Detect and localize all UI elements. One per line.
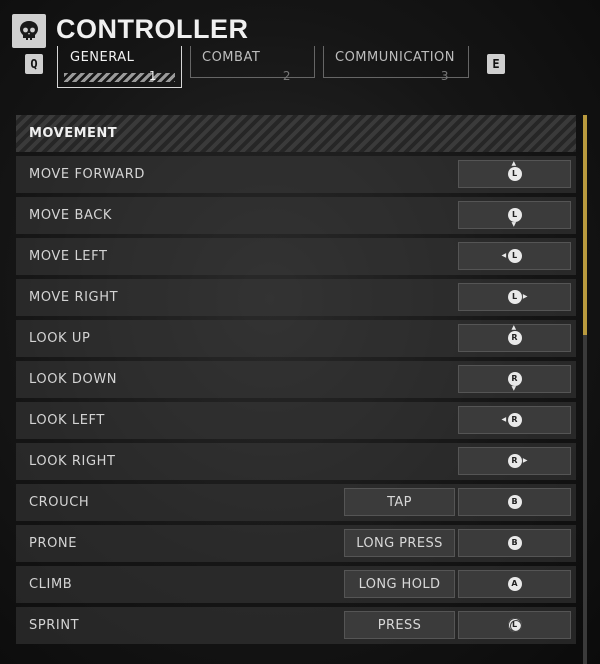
controller-l-icon: L bbox=[507, 618, 522, 632]
direction-right-icon: ▶ bbox=[522, 293, 528, 300]
controller-a-icon: A bbox=[507, 577, 522, 591]
direction-up-icon: ▲ bbox=[511, 160, 517, 167]
binding-label: CROUCH bbox=[29, 495, 90, 510]
direction-down-icon: ▼ bbox=[511, 221, 517, 228]
tab-divider bbox=[190, 46, 191, 78]
binding-button[interactable]: L bbox=[458, 611, 571, 639]
binding-label: SPRINT bbox=[29, 618, 80, 633]
binding-label: LOOK RIGHT bbox=[29, 454, 116, 469]
press-mode-selector[interactable]: LONG PRESS bbox=[344, 529, 455, 557]
binding-row[interactable]: PRONE LONG PRESS B bbox=[16, 525, 576, 562]
binding-label: MOVE BACK bbox=[29, 208, 113, 223]
binding-label: MOVE LEFT bbox=[29, 249, 108, 264]
controller-l-icon: L ▼ bbox=[507, 208, 522, 228]
controller-glyph-letter: A bbox=[511, 579, 518, 588]
binding-row[interactable]: MOVE LEFT L ◀ bbox=[16, 238, 576, 275]
controller-glyph-letter: R bbox=[511, 374, 518, 383]
binding-button[interactable]: L ▲ bbox=[458, 160, 571, 188]
scrollbar-thumb[interactable] bbox=[583, 115, 587, 335]
direction-right-icon: ▶ bbox=[522, 457, 528, 464]
controller-glyph-letter: L bbox=[511, 169, 518, 178]
binding-button[interactable]: L ◀ bbox=[458, 242, 571, 270]
controller-r-icon: R ▶ bbox=[507, 454, 528, 468]
controller-glyph-letter: L bbox=[511, 620, 518, 629]
tab-communication-number: 3 bbox=[440, 69, 449, 83]
tab-general[interactable]: GENERAL 1 bbox=[57, 46, 182, 88]
tab-communication[interactable]: COMMUNICATION 3 bbox=[323, 46, 469, 88]
tab-divider bbox=[314, 46, 315, 78]
binding-row[interactable]: CROUCH TAP B bbox=[16, 484, 576, 521]
skull-icon bbox=[12, 14, 46, 48]
binding-button[interactable]: R ▼ bbox=[458, 365, 571, 393]
scrollbar[interactable] bbox=[583, 115, 587, 664]
controller-r-icon: R ▼ bbox=[507, 372, 522, 392]
binding-label: MOVE RIGHT bbox=[29, 290, 119, 305]
controller-b-icon: B bbox=[507, 536, 522, 550]
tab-general-label: GENERAL bbox=[70, 50, 135, 65]
binding-button[interactable]: A bbox=[458, 570, 571, 598]
direction-left-icon: ◀ bbox=[501, 416, 507, 423]
binding-button[interactable]: R ▶ bbox=[458, 447, 571, 475]
controller-glyph-letter: B bbox=[511, 497, 518, 506]
binding-row[interactable]: CLIMB LONG HOLD A bbox=[16, 566, 576, 603]
controller-glyph-letter: L bbox=[511, 210, 518, 219]
binding-row[interactable]: LOOK LEFT R ◀ bbox=[16, 402, 576, 439]
binding-label: PRONE bbox=[29, 536, 78, 551]
binding-row[interactable]: LOOK UP R ▲ bbox=[16, 320, 576, 357]
tab-combat-number: 2 bbox=[282, 69, 291, 83]
controller-l-icon: L ▲ bbox=[507, 161, 522, 181]
press-mode-selector[interactable]: PRESS bbox=[344, 611, 455, 639]
controller-glyph-letter: B bbox=[511, 538, 518, 547]
page-title: CONTROLLER bbox=[56, 14, 249, 44]
binding-row[interactable]: MOVE RIGHT L ▶ bbox=[16, 279, 576, 316]
controller-r-icon: R ▲ bbox=[507, 325, 522, 345]
direction-left-icon: ◀ bbox=[501, 252, 507, 259]
section-header-movement: MOVEMENT bbox=[16, 115, 576, 152]
binding-button[interactable]: L ▼ bbox=[458, 201, 571, 229]
controller-r-icon: R ◀ bbox=[502, 413, 522, 427]
prev-tab-key[interactable]: Q bbox=[25, 54, 43, 74]
binding-button[interactable]: B bbox=[458, 529, 571, 557]
binding-label: LOOK UP bbox=[29, 331, 91, 346]
controller-l-icon: L ◀ bbox=[502, 249, 522, 263]
direction-down-icon: ▼ bbox=[511, 385, 517, 392]
controller-glyph-letter: R bbox=[511, 456, 518, 465]
tab-divider bbox=[323, 46, 324, 78]
tab-underline bbox=[190, 77, 315, 78]
active-tab-stripe bbox=[64, 73, 175, 82]
press-mode-selector[interactable]: LONG HOLD bbox=[344, 570, 455, 598]
binding-button[interactable]: R ▲ bbox=[458, 324, 571, 352]
binding-row[interactable]: MOVE FORWARD L ▲ bbox=[16, 156, 576, 193]
binding-label: LOOK DOWN bbox=[29, 372, 118, 387]
controller-glyph-letter: R bbox=[511, 333, 518, 342]
next-tab-key[interactable]: E bbox=[487, 54, 505, 74]
binding-label: LOOK LEFT bbox=[29, 413, 105, 428]
header: CONTROLLER Q GENERAL 1 COMBAT 2 COMMUNIC… bbox=[0, 0, 600, 100]
direction-up-icon: ▲ bbox=[511, 324, 517, 331]
binding-row[interactable]: LOOK RIGHT R ▶ bbox=[16, 443, 576, 480]
controller-glyph-letter: R bbox=[511, 415, 518, 424]
controller-b-icon: B bbox=[507, 495, 522, 509]
binding-button[interactable]: B bbox=[458, 488, 571, 516]
tab-communication-label: COMMUNICATION bbox=[335, 50, 456, 65]
tab-divider bbox=[468, 46, 469, 78]
binding-button[interactable]: R ◀ bbox=[458, 406, 571, 434]
tab-combat-label: COMBAT bbox=[202, 50, 261, 65]
tab-general-number: 1 bbox=[148, 69, 157, 83]
binding-button[interactable]: L ▶ bbox=[458, 283, 571, 311]
controller-glyph-letter: L bbox=[511, 251, 518, 260]
binding-list: MOVEMENT MOVE FORWARD L ▲ MOVE BACK L ▼ MOVE L… bbox=[16, 115, 576, 648]
binding-row[interactable]: MOVE BACK L ▼ bbox=[16, 197, 576, 234]
controller-l-icon: L ▶ bbox=[507, 290, 528, 304]
tab-combat[interactable]: COMBAT 2 bbox=[190, 46, 315, 88]
binding-label: CLIMB bbox=[29, 577, 73, 592]
press-mode-selector[interactable]: TAP bbox=[344, 488, 455, 516]
binding-label: MOVE FORWARD bbox=[29, 167, 145, 182]
binding-row[interactable]: SPRINT PRESS L bbox=[16, 607, 576, 644]
controller-glyph-letter: L bbox=[511, 292, 518, 301]
binding-row[interactable]: LOOK DOWN R ▼ bbox=[16, 361, 576, 398]
